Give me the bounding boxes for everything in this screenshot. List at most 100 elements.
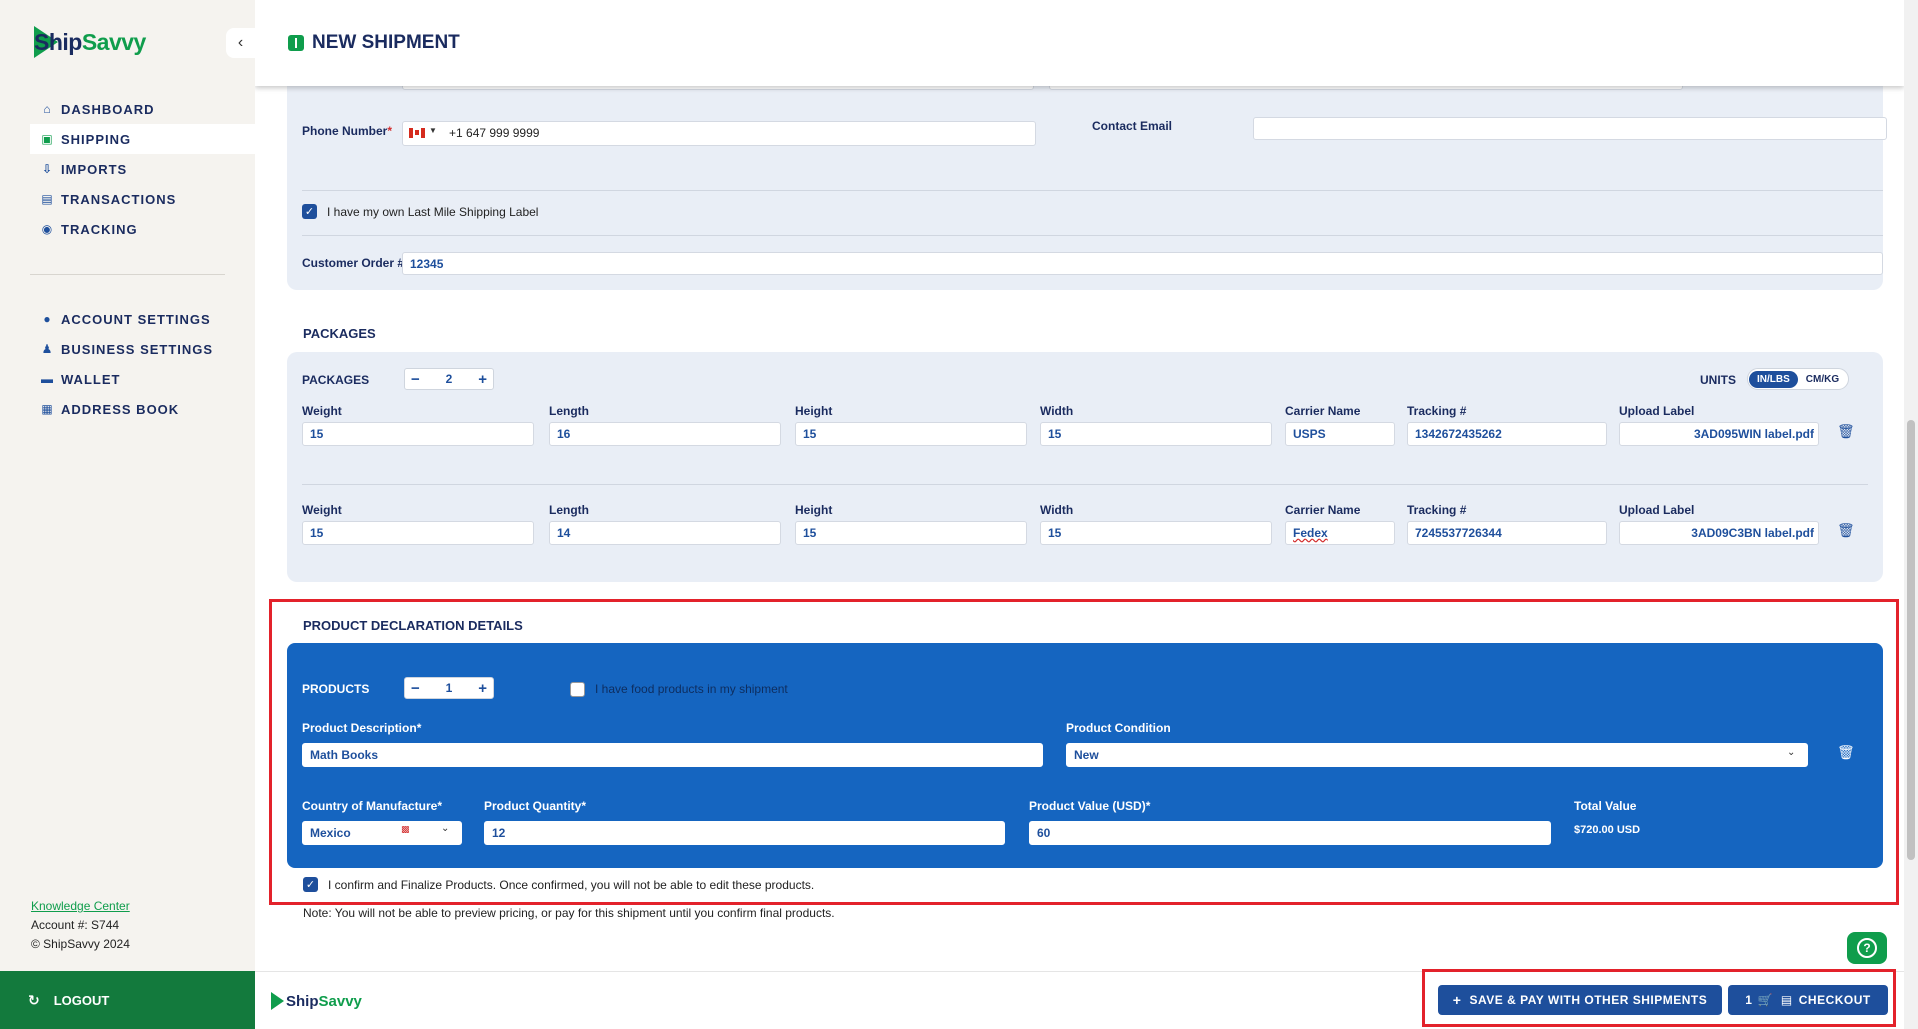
units-toggle: IN/LBS CM/KG (1747, 368, 1850, 390)
carrier-name-input[interactable]: Fedex (1285, 521, 1395, 545)
main-nav: ⌂ DASHBOARD ▣ SHIPPING ⇩ IMPORTS ▤ TRANSACTI… (30, 94, 255, 244)
scrollbar-thumb[interactable] (1907, 420, 1915, 860)
sidebar-item-label: TRACKING (61, 221, 138, 237)
length-input[interactable]: 14 (549, 521, 781, 545)
sidebar-item-imports[interactable]: ⇩ IMPORTS (30, 154, 255, 184)
tracking-icon: ◉ (41, 222, 54, 236)
upload-label-input[interactable]: 3AD095WIN label.pdf (1619, 422, 1819, 446)
length-input[interactable]: 16 (549, 422, 781, 446)
minus-icon[interactable]: − (411, 371, 420, 388)
document-icon: ▤ (41, 192, 54, 206)
knowledge-center-link[interactable]: Knowledge Center (31, 897, 130, 916)
sidebar: ShipSavvy ‹ ⌂ DASHBOARD ▣ SHIPPING ⇩ IMPORT… (0, 0, 255, 1029)
help-button[interactable]: ? (1847, 932, 1887, 964)
plus-icon[interactable]: + (478, 371, 487, 388)
tracking-input[interactable]: 7245537726344 (1407, 521, 1607, 545)
width-input[interactable]: 15 (1040, 422, 1272, 446)
tracking-label: Tracking # (1407, 404, 1467, 418)
units-option-in-lbs[interactable]: IN/LBS (1749, 370, 1798, 388)
logo-text-part2: Savvy (81, 28, 147, 55)
weight-input[interactable]: 15 (302, 422, 534, 446)
weight-label: Weight (302, 503, 342, 517)
trash-icon[interactable]: 🗑 (1837, 423, 1855, 439)
sidebar-item-transactions[interactable]: ▤ TRANSACTIONS (30, 184, 255, 214)
footer-logo: ShipSavvy (271, 992, 362, 1010)
units-option-cm-kg[interactable]: CM/KG (1798, 371, 1847, 388)
business-icon: ♟ (41, 342, 54, 356)
sidebar-item-address-book[interactable]: ▦ ADDRESS BOOK (30, 394, 255, 424)
width-input[interactable]: 15 (1040, 521, 1272, 545)
weight-label: Weight (302, 404, 342, 418)
sidebar-item-label: ADDRESS BOOK (61, 401, 180, 417)
packages-count-label: PACKAGES (302, 373, 370, 387)
canada-flag-icon (409, 128, 425, 138)
last-mile-label: I have my own Last Mile Shipping Label (327, 205, 539, 219)
sidebar-item-wallet[interactable]: ▬ WALLET (30, 364, 255, 394)
logout-icon: ↻ (28, 991, 40, 1008)
phone-number-input[interactable]: +1 647 999 9999 (402, 121, 1036, 146)
customer-order-input[interactable]: 12345 (402, 252, 1883, 275)
upload-label-label: Upload Label (1619, 404, 1695, 418)
collapse-sidebar-button[interactable]: ‹ (226, 28, 255, 58)
carrier-name-label: Carrier Name (1285, 503, 1361, 517)
logo-text-part1: Ship (34, 28, 82, 55)
last-mile-checkbox[interactable]: ✓ (302, 204, 317, 219)
home-icon: ⌂ (43, 102, 52, 116)
length-label: Length (549, 404, 589, 418)
sidebar-item-account-settings[interactable]: ● ACCOUNT SETTINGS (30, 304, 255, 334)
sidebar-item-tracking[interactable]: ◉ TRACKING (30, 214, 255, 244)
shipment-box-icon (288, 35, 304, 51)
phone-number-label: Phone Number* (302, 124, 393, 138)
box-icon: ▣ (41, 132, 54, 146)
width-label: Width (1040, 404, 1074, 418)
logout-button[interactable]: ↻ LOGOUT (0, 971, 255, 1029)
height-label: Height (795, 503, 833, 517)
sidebar-item-label: SHIPPING (61, 131, 132, 147)
height-input[interactable]: 15 (795, 422, 1027, 446)
packages-stepper: − 2 + (404, 368, 494, 390)
footer-logo-part2: Savvy (318, 992, 362, 1010)
highlight-box-footer-buttons (1422, 969, 1896, 1027)
sidebar-item-label: BUSINESS SETTINGS (61, 341, 214, 357)
packages-section-title: PACKAGES (303, 326, 376, 341)
height-label: Height (795, 404, 833, 418)
main-content: NEW SHIPMENT Phone Number* +1 647 999 99… (255, 0, 1904, 1029)
upload-label-input[interactable]: 3AD09C3BN label.pdf (1619, 521, 1819, 545)
tracking-label: Tracking # (1407, 503, 1467, 517)
weight-input[interactable]: 15 (302, 521, 534, 545)
sidebar-item-dashboard[interactable]: ⌂ DASHBOARD (30, 94, 255, 124)
carrier-name-label: Carrier Name (1285, 404, 1361, 418)
page-header: NEW SHIPMENT (255, 0, 1904, 86)
chevron-down-icon[interactable]: ▼ (429, 126, 437, 135)
settings-nav: ● ACCOUNT SETTINGS ♟ BUSINESS SETTINGS ▬ WA… (30, 304, 255, 424)
tracking-input[interactable]: 1342672435262 (1407, 422, 1607, 446)
height-input[interactable]: 15 (795, 521, 1027, 545)
carrier-name-input[interactable]: USPS (1285, 422, 1395, 446)
length-label: Length (549, 503, 589, 517)
address-book-icon: ▦ (41, 402, 54, 416)
sidebar-item-label: TRANSACTIONS (61, 191, 177, 207)
packages-count: 2 (445, 372, 453, 386)
sidebar-item-shipping[interactable]: ▣ SHIPPING (30, 124, 255, 154)
sidebar-item-label: DASHBOARD (61, 101, 155, 117)
customer-order-label: Customer Order # (302, 256, 405, 270)
sidebar-divider (30, 274, 225, 275)
account-number: Account #: S744 (31, 918, 120, 932)
upload-label-label: Upload Label (1619, 503, 1695, 517)
wallet-icon: ▬ (41, 372, 54, 386)
footer-logo-part1: Ship (286, 992, 319, 1010)
app-root: ShipSavvy ‹ ⌂ DASHBOARD ▣ SHIPPING ⇩ IMPORT… (0, 0, 1918, 1029)
sidebar-item-label: WALLET (61, 371, 121, 387)
shipsavvy-logo[interactable]: ShipSavvy (34, 26, 146, 58)
contact-email-label: Contact Email (1092, 119, 1173, 133)
sidebar-item-business-settings[interactable]: ♟ BUSINESS SETTINGS (30, 334, 255, 364)
units-label: UNITS (1700, 373, 1736, 387)
import-icon: ⇩ (41, 162, 54, 176)
contact-email-input[interactable] (1253, 117, 1887, 140)
sidebar-footer: Knowledge Center Account #: S744 © ShipS… (31, 897, 130, 954)
trash-icon[interactable]: 🗑 (1837, 522, 1855, 538)
question-icon: ? (1857, 938, 1877, 958)
page-scrollbar[interactable] (1904, 0, 1918, 1029)
divider (302, 190, 1883, 191)
logout-label: LOGOUT (53, 992, 110, 1008)
